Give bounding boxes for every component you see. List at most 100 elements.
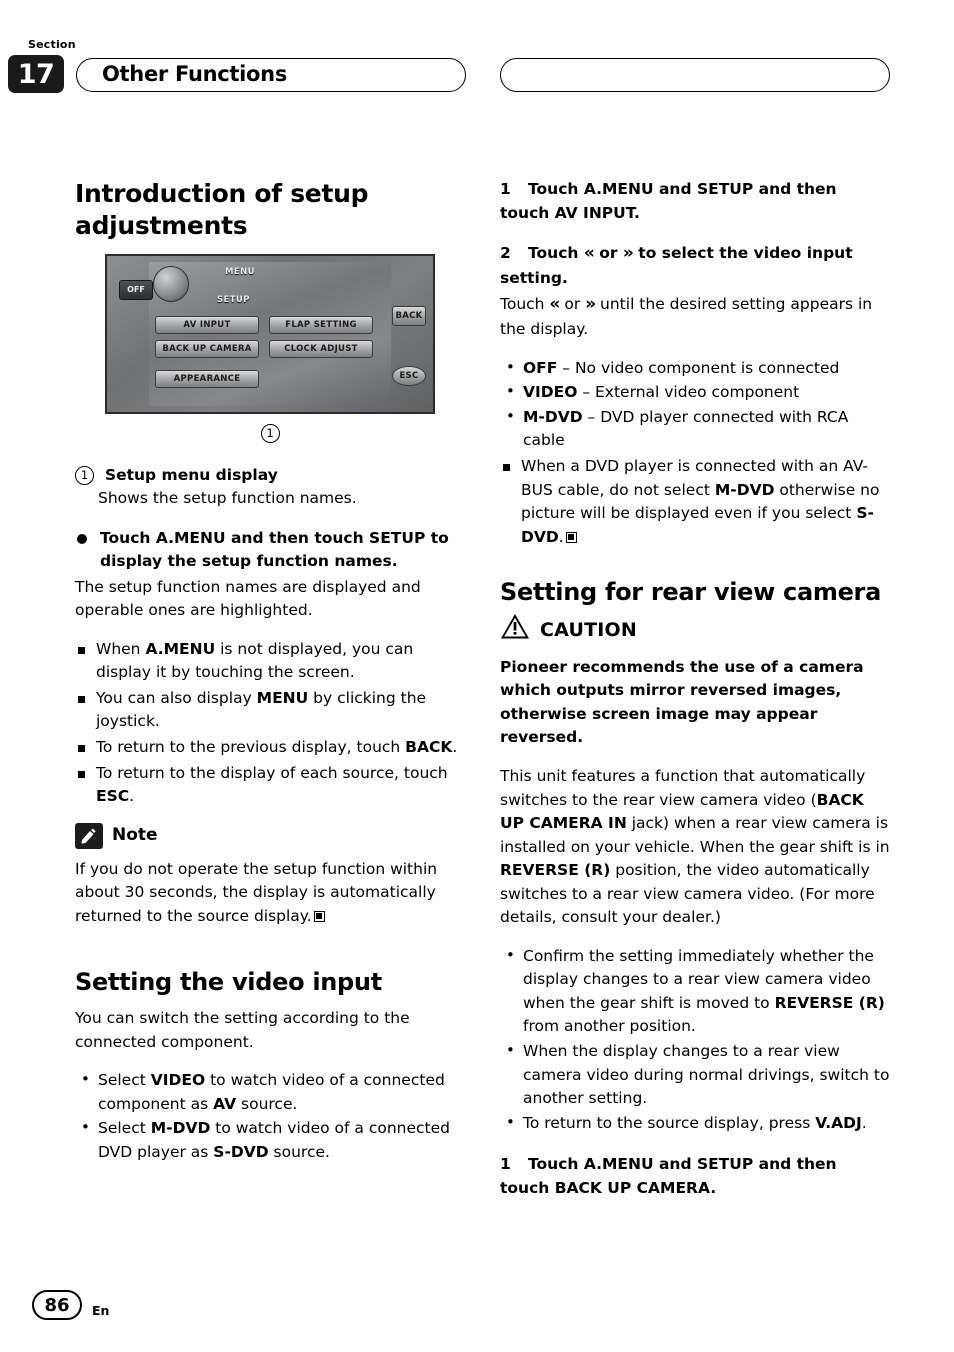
- bullet-bold-2: S-DVD: [213, 1143, 269, 1162]
- setup-menu-illustration: MENU SETUP OFF AV INPUT FLAP SETTING BAC…: [105, 254, 435, 446]
- manual-page: Section 17 Other Functions Introduction …: [0, 0, 954, 1352]
- device-faceplate: MENU SETUP OFF AV INPUT FLAP SETTING BAC…: [105, 254, 435, 414]
- option-desc: – No video component is connected: [557, 358, 840, 377]
- heading-intro-setup: Introduction of setup adjustments: [75, 179, 369, 240]
- list-item: M-DVD – DVD player connected with RCA ca…: [500, 405, 890, 453]
- step-2-body: Touch « or » until the desired setting a…: [500, 292, 890, 341]
- bullet-bold: VIDEO: [150, 1071, 206, 1090]
- appearance-button: APPEARANCE: [155, 370, 259, 388]
- list-item: When the display changes to a rear view …: [500, 1039, 890, 1111]
- camera-bold-2: REVERSE (R): [500, 861, 611, 880]
- step-number: 2: [500, 244, 511, 263]
- clock-adjust-button: CLOCK ADJUST: [269, 340, 373, 358]
- video-input-paragraph: You can switch the setting according to …: [75, 1009, 410, 1051]
- note-text-cont: .: [129, 787, 135, 806]
- note-item: When A.MENU is not displayed, you can di…: [75, 638, 465, 685]
- setup-label: SETUP: [217, 295, 250, 305]
- callout-number-1-legend: 1: [75, 465, 94, 485]
- callout-marker: 1: [105, 422, 435, 446]
- option-name: OFF: [523, 358, 558, 377]
- page-title: Other Functions: [102, 62, 288, 86]
- note-item: You can also display MENU by clicking th…: [75, 687, 465, 734]
- note-text: You can also display: [96, 688, 257, 707]
- menu-label: MENU: [225, 267, 255, 277]
- bullet-text: When the display changes to a rear view …: [523, 1041, 890, 1108]
- list-item: Select VIDEO to watch video of a connect…: [75, 1068, 465, 1116]
- list-item: OFF – No video component is connected: [500, 356, 890, 381]
- bullet-text: Select: [98, 1119, 151, 1138]
- step-1-av-input: 1 Touch A.MENU and SETUP and then touch A…: [500, 178, 890, 225]
- callout-number-1: 1: [260, 424, 280, 444]
- caution-header: CAUTION: [500, 613, 890, 648]
- note-text: When: [96, 639, 146, 658]
- off-button: OFF: [119, 280, 153, 300]
- bullet-bold: V.ADJ: [815, 1113, 862, 1132]
- bullet-text-2: .: [861, 1113, 867, 1132]
- option-desc: – External video component: [577, 383, 800, 402]
- setup-names-paragraph: The setup function names are displayed a…: [75, 577, 421, 620]
- bullet-bold: M-DVD: [150, 1119, 211, 1138]
- header-pill-right: [500, 58, 890, 92]
- note-text: To return to the previous display, touch: [96, 738, 406, 757]
- note-bold: A.MENU: [145, 639, 216, 658]
- esc-button: ESC: [392, 366, 426, 386]
- note-text-cont: .: [452, 738, 458, 757]
- caution-text: Pioneer recommends the use of a camera w…: [500, 657, 864, 747]
- note-paragraph: If you do not operate the setup function…: [75, 858, 465, 929]
- note-bold: MENU: [256, 688, 309, 707]
- bullet-bold-2: AV: [213, 1094, 237, 1113]
- step-text: Touch A.MENU and SETUP and then touch BA…: [500, 1155, 837, 1197]
- bullet-text-2: from another position.: [523, 1017, 696, 1036]
- note-text-3: .: [558, 527, 564, 546]
- touch-amenu-heading: Touch A.MENU and then touch SETUP to dis…: [75, 527, 465, 574]
- pencil-note-icon: [75, 822, 103, 849]
- bullet-text: Select: [98, 1071, 151, 1090]
- page-number-badge: 86: [32, 1290, 82, 1320]
- rotary-knob: [153, 266, 189, 302]
- heading-setting-video-input: Setting the video input: [75, 968, 382, 997]
- back-up-camera-button: BACK UP CAMERA: [155, 340, 259, 358]
- step-number: 1: [500, 180, 511, 198]
- note-item: To return to the display of each source,…: [75, 762, 465, 809]
- camera-description: This unit features a function that autom…: [500, 765, 890, 930]
- step-1-back-up-camera: 1 Touch A.MENU and SETUP and then touch B…: [500, 1153, 890, 1200]
- camera-text-1: This unit features a function that autom…: [500, 766, 866, 809]
- step-number: 1: [500, 1155, 511, 1174]
- note-bold: BACK: [405, 738, 453, 757]
- list-item: VIDEO – External video component: [500, 380, 890, 405]
- bullet-text-3: source.: [236, 1094, 298, 1113]
- video-setting-options: OFF – No video component is connected VI…: [500, 356, 890, 453]
- option-name: M-DVD: [523, 407, 583, 426]
- double-right-arrow-icon: »: [622, 243, 634, 264]
- right-column: 1 Touch A.MENU and SETUP and then touch A…: [500, 178, 890, 1202]
- note-bold: ESC: [96, 787, 130, 806]
- callout-description: Shows the setup function names.: [98, 489, 357, 508]
- callout-legend: 1 Setup menu display: [75, 464, 465, 488]
- list-item: Select M-DVD to watch video of a connect…: [75, 1116, 465, 1164]
- video-input-bullets: Select VIDEO to watch video of a connect…: [75, 1068, 465, 1164]
- caution-label: CAUTION: [540, 619, 637, 642]
- step-2-select-input: 2 Touch « or » to select the video input …: [500, 241, 890, 290]
- list-item: To return to the source display, press V…: [500, 1111, 890, 1136]
- note-bold: M-DVD: [714, 480, 775, 499]
- flap-setting-button: FLAP SETTING: [269, 316, 373, 334]
- step-text: Touch: [528, 244, 584, 263]
- language-label: En: [92, 1303, 110, 1318]
- note-text: To return to the display of each source,…: [96, 763, 448, 782]
- step-text: Touch A.MENU and SETUP and then touch AV…: [500, 180, 837, 222]
- callout-title: Setup menu display: [104, 465, 278, 484]
- section-label: Section: [28, 38, 76, 51]
- double-left-arrow-icon: «: [583, 243, 595, 264]
- note-header: Note: [75, 822, 465, 849]
- list-item: Confirm the setting immediately whether …: [500, 944, 890, 1039]
- camera-bullets: Confirm the setting immediately whether …: [500, 944, 890, 1136]
- note-item: To return to the previous display, touch…: [75, 736, 465, 760]
- back-button: BACK: [392, 306, 426, 326]
- bullet-text: To return to the source display, press: [523, 1113, 816, 1132]
- left-column: Introduction of setup adjustments MENU S…: [75, 178, 465, 1166]
- body-text: Touch: [500, 295, 550, 314]
- body-text-mid: or: [559, 295, 586, 314]
- av-input-button: AV INPUT: [155, 316, 259, 334]
- double-right-arrow-icon: »: [585, 294, 596, 315]
- option-name: VIDEO: [523, 383, 578, 402]
